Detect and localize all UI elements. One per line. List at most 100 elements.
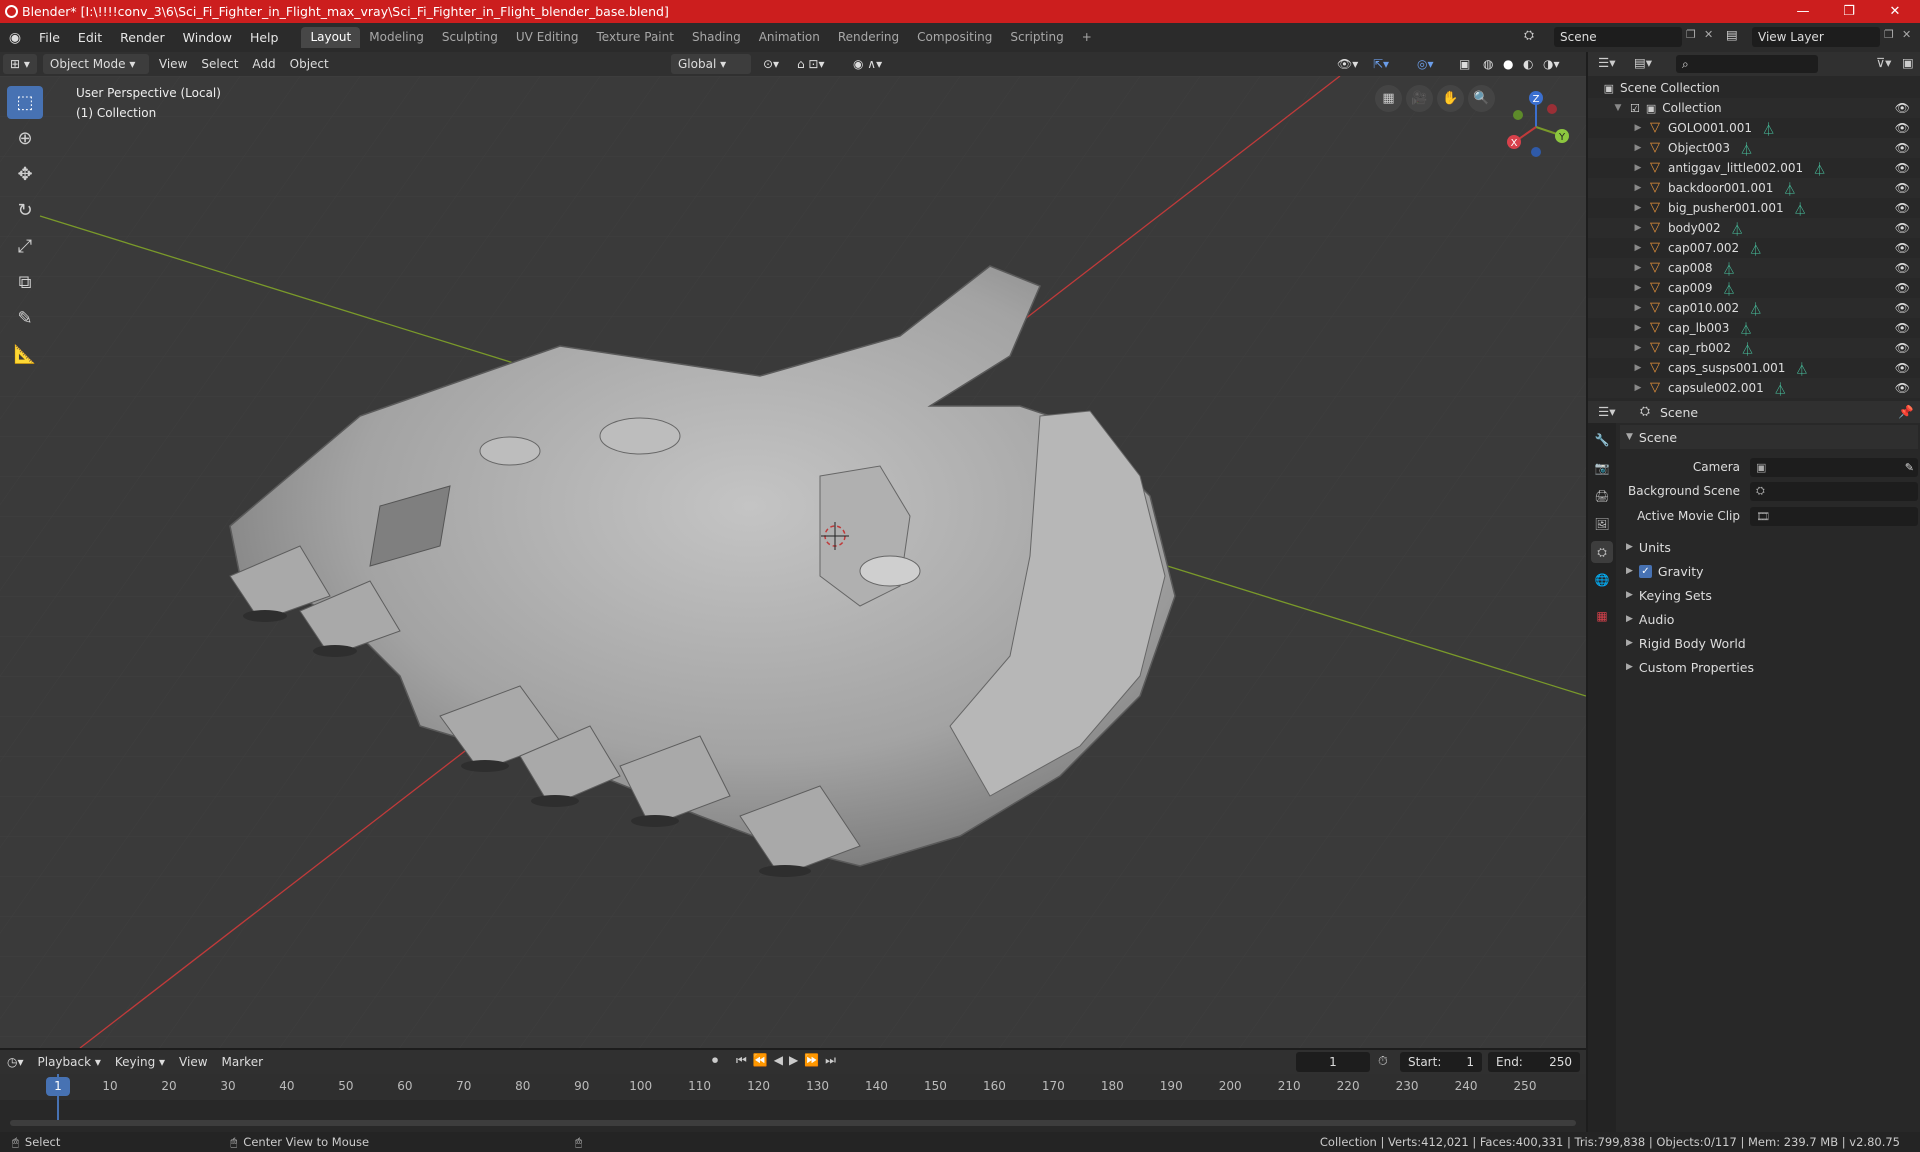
new-view-layer-icon[interactable]: ❐ (1884, 28, 1894, 41)
collection-row[interactable]: ▼ ☑ ▣ Collection 👁 (1588, 98, 1920, 118)
tab-uv-editing[interactable]: UV Editing (507, 27, 588, 48)
outliner-editor-icon[interactable]: ☰▾ (1598, 55, 1615, 70)
scale-tool-icon[interactable]: ⤢ (7, 230, 43, 263)
eye-icon[interactable]: 👁 (1895, 261, 1910, 275)
mesh-data-icon[interactable]: ⏃ (1722, 279, 1735, 298)
minimize-button[interactable]: — (1780, 0, 1826, 23)
eye-icon[interactable]: 👁 (1895, 101, 1910, 115)
mesh-data-icon[interactable]: ⏃ (1741, 339, 1754, 358)
eye-icon[interactable]: 👁 (1895, 381, 1910, 395)
delete-scene-icon[interactable]: ✕ (1704, 28, 1713, 41)
rotate-tool-icon[interactable]: ↻ (7, 194, 43, 227)
start-frame-field[interactable]: Start: 1 (1400, 1052, 1482, 1072)
view-layer-selector[interactable]: View Layer (1752, 27, 1880, 47)
eye-icon[interactable]: 👁 (1895, 241, 1910, 255)
audio-section[interactable]: ▶ Audio (1620, 607, 1918, 631)
scene-section-header[interactable]: ▼ Scene (1620, 425, 1918, 449)
outliner-object-row[interactable]: ▶ ▽ cap_lb003 ⏃ 👁 (1588, 318, 1920, 338)
move-tool-icon[interactable]: ✥ (7, 158, 43, 191)
properties-editor-icon[interactable]: ☰▾ (1598, 404, 1615, 419)
mesh-data-icon[interactable]: ⏃ (1740, 139, 1753, 158)
outliner-object-row[interactable]: ▶ ▽ caps_susps001.001 ⏃ 👁 (1588, 358, 1920, 378)
outliner-object-row[interactable]: ▶ ▽ antiggav_little002.001 ⏃ 👁 (1588, 158, 1920, 178)
camera-view-icon[interactable]: 🎥 (1406, 85, 1433, 112)
outliner-object-row[interactable]: ▶ ▽ capsule002.001 ⏃ 👁 (1588, 378, 1920, 398)
background-scene-field[interactable]: ⛭ (1750, 481, 1918, 501)
mesh-data-icon[interactable]: ⏃ (1762, 119, 1775, 138)
display-mode-icon[interactable]: ▤▾ (1634, 55, 1652, 70)
tab-scripting[interactable]: Scripting (1001, 27, 1072, 48)
cursor-tool-icon[interactable]: ⊕ (7, 122, 43, 155)
eye-icon[interactable]: 👁 (1895, 161, 1910, 175)
end-frame-field[interactable]: End: 250 (1488, 1052, 1580, 1072)
scene-selector[interactable]: Scene (1554, 27, 1682, 47)
scene-collection-row[interactable]: ▣ Scene Collection (1588, 78, 1920, 98)
eye-icon[interactable]: 👁 (1895, 341, 1910, 355)
outliner-object-row[interactable]: ▶ ▽ cap007.002 ⏃ 👁 (1588, 238, 1920, 258)
eye-icon[interactable]: 👁 (1895, 361, 1910, 375)
new-collection-icon[interactable]: ▣ (1902, 55, 1914, 70)
outliner-object-row[interactable]: ▶ ▽ GOLO001.001 ⏃ 👁 (1588, 118, 1920, 138)
current-frame-field[interactable]: 1 (1296, 1052, 1370, 1072)
gravity-section[interactable]: ▶ ✓ Gravity (1620, 559, 1918, 583)
menu-view[interactable]: View (152, 54, 194, 74)
expand-triangle-icon[interactable]: ▶ (1632, 343, 1644, 353)
expand-triangle-icon[interactable]: ▶ (1632, 203, 1644, 213)
output-tab-icon[interactable]: 🖨 (1591, 485, 1613, 507)
menu-add[interactable]: Add (245, 54, 282, 74)
tool-tab-icon[interactable]: 🔧 (1591, 429, 1613, 451)
eye-icon[interactable]: 👁 (1895, 221, 1910, 235)
expand-triangle-icon[interactable]: ▶ (1632, 303, 1644, 313)
outliner-object-row[interactable]: ▶ ▽ cap008 ⏃ 👁 (1588, 258, 1920, 278)
expand-triangle-icon[interactable]: ▶ (1632, 363, 1644, 373)
eyedropper-icon[interactable]: ✎ (1905, 461, 1918, 474)
eye-icon[interactable]: 👁 (1895, 121, 1910, 135)
tab-texture-paint[interactable]: Texture Paint (588, 27, 683, 48)
close-button[interactable]: ✕ (1872, 0, 1918, 23)
tab-shading[interactable]: Shading (683, 27, 750, 48)
rendered-shading-icon[interactable]: ◑▾ (1536, 54, 1567, 74)
delete-view-layer-icon[interactable]: ✕ (1902, 28, 1911, 41)
outliner-object-row[interactable]: ▶ ▽ big_pusher001.001 ⏃ 👁 (1588, 198, 1920, 218)
xray-toggle-icon[interactable]: ▣ (1452, 54, 1477, 74)
mesh-data-icon[interactable]: ⏃ (1813, 159, 1826, 178)
eye-icon[interactable]: 👁 (1895, 201, 1910, 215)
playback-controls-icon[interactable]: ⏮⏪◀▶⏩⏭ (736, 1053, 842, 1068)
menu-help[interactable]: Help (241, 27, 288, 49)
mesh-data-icon[interactable]: ⏃ (1739, 319, 1752, 338)
transform-orientation-dropdown[interactable]: Global ▾ (671, 54, 751, 74)
blender-menu-icon[interactable]: ◉ (0, 30, 30, 46)
stopwatch-icon[interactable]: ⏱ (1378, 1053, 1388, 1069)
menu-file[interactable]: File (30, 27, 69, 49)
menu-playback[interactable]: Playback ▾ (31, 1052, 108, 1072)
zoom-icon[interactable]: 🔍 (1468, 85, 1495, 112)
3d-viewport[interactable] (0, 76, 1586, 1048)
eye-icon[interactable]: 👁 (1895, 181, 1910, 195)
expand-triangle-icon[interactable]: ▶ (1632, 163, 1644, 173)
rigid-body-world-section[interactable]: ▶ Rigid Body World (1620, 631, 1918, 655)
expand-triangle-icon[interactable]: ▶ (1632, 243, 1644, 253)
expand-triangle-icon[interactable]: ▶ (1632, 263, 1644, 273)
editor-type-dropdown[interactable]: ⊞ ▾ (3, 54, 37, 74)
playhead-frame-label[interactable]: 1 (46, 1077, 70, 1096)
select-box-tool-icon[interactable]: ⬚ (7, 86, 43, 119)
menu-select[interactable]: Select (194, 54, 245, 74)
custom-properties-section[interactable]: ▶ Custom Properties (1620, 655, 1918, 679)
world-tab-icon[interactable]: 🌐 (1591, 569, 1613, 591)
outliner-object-row[interactable]: ▶ ▽ cap_rb002 ⏃ 👁 (1588, 338, 1920, 358)
expand-triangle-icon[interactable]: ▶ (1632, 143, 1644, 153)
mode-dropdown[interactable]: Object Mode ▾ (42, 54, 149, 74)
mesh-data-icon[interactable]: ⏃ (1722, 259, 1735, 278)
units-section[interactable]: ▶ Units (1620, 535, 1918, 559)
tab-compositing[interactable]: Compositing (908, 27, 1001, 48)
menu-edit[interactable]: Edit (69, 27, 111, 49)
checkbox-icon[interactable]: ☑ (1630, 102, 1640, 115)
expand-triangle-icon[interactable]: ▶ (1632, 223, 1644, 233)
camera-field[interactable]: ▣ ✎ (1750, 457, 1918, 477)
view-layer-tab-icon[interactable]: 🖼 (1591, 513, 1613, 535)
texture-tab-icon[interactable]: ▦ (1591, 605, 1613, 627)
proportional-editing-icon[interactable]: ◉ ∧▾ (846, 54, 889, 74)
outliner-object-row[interactable]: ▶ ▽ backdoor001.001 ⏃ 👁 (1588, 178, 1920, 198)
mesh-data-icon[interactable]: ⏃ (1749, 299, 1762, 318)
outliner-search-input[interactable]: ⌕ (1676, 55, 1818, 73)
